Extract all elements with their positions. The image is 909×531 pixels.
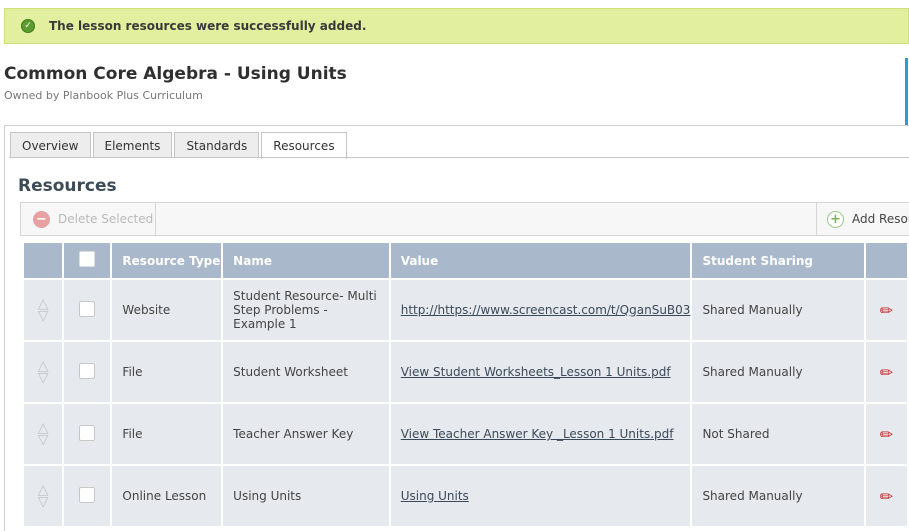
add-resource-label: Add Resou	[852, 212, 909, 226]
check-circle-icon: ✓	[21, 19, 35, 33]
resource-name-cell: Using Units	[223, 466, 389, 526]
student-sharing-cell: Not Shared	[692, 404, 864, 464]
reorder-header	[24, 243, 63, 278]
row-checkbox[interactable]	[79, 362, 96, 379]
resource-type-cell: Website	[112, 280, 222, 340]
resource-toolbar: − Delete Selected + Add Resou	[20, 202, 909, 236]
resource-value-link[interactable]: http://https://www.screencast.com/t/Qgan…	[401, 303, 691, 317]
student-sharing-cell: Shared Manually	[692, 280, 864, 340]
resource-name-cell: Student Resource- Multi Step Problems - …	[223, 280, 389, 340]
tab-divider	[9, 157, 909, 158]
reorder-cell: △ ▽	[24, 404, 63, 464]
move-down-icon[interactable]: ▽	[38, 433, 49, 447]
reorder-cell: △ ▽	[24, 466, 63, 526]
actions-cell: ✏	[865, 404, 907, 464]
move-down-icon[interactable]: ▽	[38, 371, 49, 385]
tab-elements[interactable]: Elements	[92, 132, 173, 158]
resource-name-cell: Teacher Answer Key	[223, 404, 389, 464]
header-value[interactable]: Value	[390, 243, 691, 278]
tab-bar: Overview Elements Standards Resources	[10, 132, 349, 159]
resource-value-link[interactable]: View Teacher Answer Key _Lesson 1 Units.…	[401, 427, 674, 441]
header-student-sharing[interactable]: Student Sharing	[692, 243, 864, 278]
resource-type-cell: Online Lesson	[112, 466, 222, 526]
table-row: △ ▽ File Teacher Answer Key View Teacher …	[24, 404, 907, 464]
success-message: The lesson resources were successfully a…	[49, 19, 367, 33]
resources-table: Resource Type Name Value Student Sharing…	[22, 241, 909, 528]
delete-selected-label: Delete Selected	[58, 212, 154, 226]
actions-header	[865, 243, 907, 278]
tab-overview[interactable]: Overview	[10, 132, 91, 158]
resource-value-link[interactable]: Using Units	[401, 489, 469, 503]
header-name[interactable]: Name	[223, 243, 389, 278]
reorder-cell: △ ▽	[24, 280, 63, 340]
edit-pencil-icon[interactable]: ✏	[880, 487, 893, 506]
header-resource-type[interactable]: Resource Type	[112, 243, 222, 278]
row-checkbox[interactable]	[79, 300, 96, 317]
lesson-panel: Overview Elements Standards Resources Re…	[4, 125, 909, 531]
resource-type-cell: File	[112, 342, 222, 402]
owner-label: Owned by Planbook Plus Curriculum	[4, 89, 203, 102]
select-cell	[64, 280, 111, 340]
success-banner: ✓ The lesson resources were successfully…	[4, 8, 909, 44]
actions-cell: ✏	[865, 466, 907, 526]
add-resource-button[interactable]: + Add Resou	[816, 203, 909, 235]
table-row: △ ▽ Website Student Resource- Multi Step …	[24, 280, 907, 340]
table-header-row: Resource Type Name Value Student Sharing	[24, 243, 907, 278]
reorder-cell: △ ▽	[24, 342, 63, 402]
tab-resources[interactable]: Resources	[261, 132, 347, 159]
resource-value-cell: http://https://www.screencast.com/t/Qgan…	[390, 280, 691, 340]
delete-selected-button[interactable]: − Delete Selected	[21, 203, 156, 235]
table-row: △ ▽ Online Lesson Using Units Using Units…	[24, 466, 907, 526]
plus-circle-icon: +	[827, 210, 844, 228]
tab-standards[interactable]: Standards	[174, 132, 260, 158]
section-heading: Resources	[18, 176, 117, 196]
table-row: △ ▽ File Student Worksheet View Student W…	[24, 342, 907, 402]
resource-value-cell: View Teacher Answer Key _Lesson 1 Units.…	[390, 404, 691, 464]
page-title: Common Core Algebra - Using Units	[4, 64, 347, 84]
actions-cell: ✏	[865, 280, 907, 340]
move-down-icon[interactable]: ▽	[38, 309, 49, 323]
select-all-header	[64, 243, 111, 278]
select-cell	[64, 466, 111, 526]
resource-name-cell: Student Worksheet	[223, 342, 389, 402]
student-sharing-cell: Shared Manually	[692, 466, 864, 526]
move-down-icon[interactable]: ▽	[38, 495, 49, 509]
resource-value-cell: Using Units	[390, 466, 691, 526]
resource-type-cell: File	[112, 404, 222, 464]
student-sharing-cell: Shared Manually	[692, 342, 864, 402]
edit-pencil-icon[interactable]: ✏	[880, 363, 893, 382]
edit-pencil-icon[interactable]: ✏	[880, 425, 893, 444]
select-all-checkbox[interactable]	[79, 251, 96, 267]
select-cell	[64, 342, 111, 402]
minus-circle-icon: −	[33, 210, 50, 228]
edit-pencil-icon[interactable]: ✏	[880, 301, 893, 320]
resource-value-cell: View Student Worksheets_Lesson 1 Units.p…	[390, 342, 691, 402]
actions-cell: ✏	[865, 342, 907, 402]
row-checkbox[interactable]	[79, 424, 96, 441]
resource-value-link[interactable]: View Student Worksheets_Lesson 1 Units.p…	[401, 365, 671, 379]
select-cell	[64, 404, 111, 464]
row-checkbox[interactable]	[79, 486, 96, 503]
